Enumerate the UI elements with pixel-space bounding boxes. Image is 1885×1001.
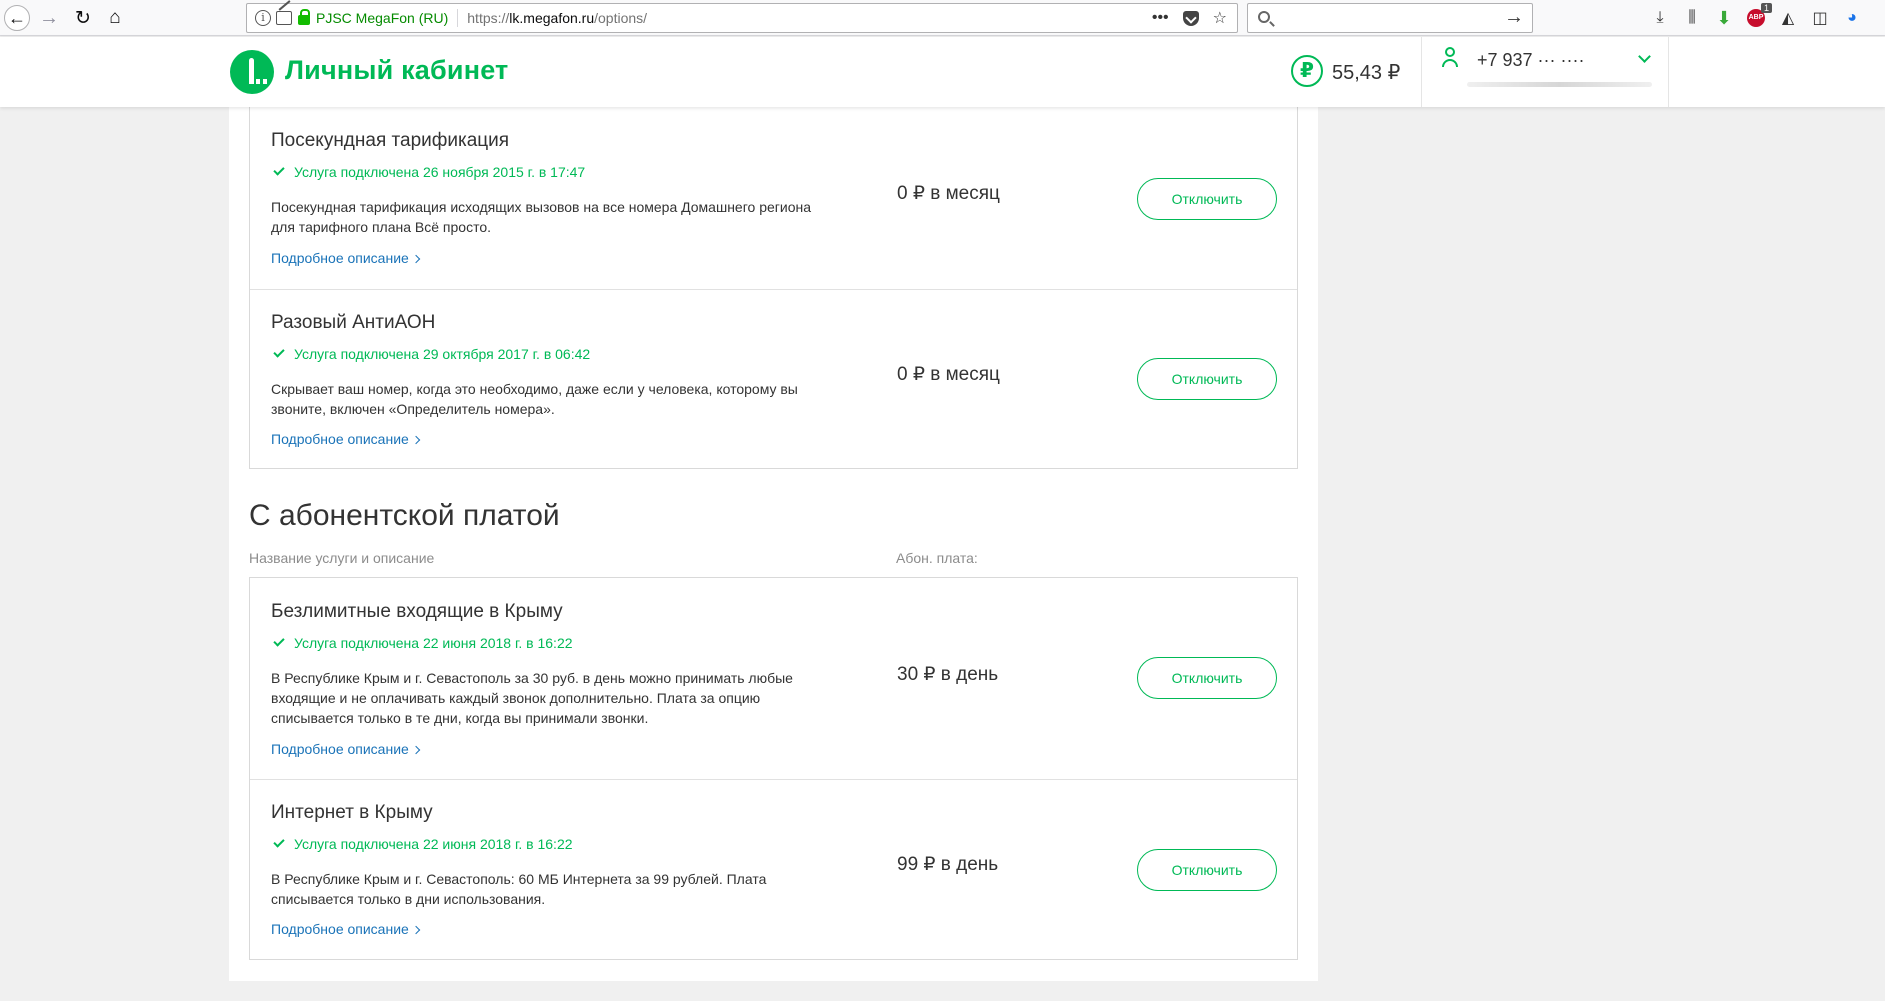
details-link[interactable]: Подробное описание — [271, 921, 421, 937]
service-status-text: Услуга подключена 22 июня 2018 г. в 16:2… — [294, 836, 573, 852]
disable-button[interactable]: Отключить — [1137, 358, 1277, 400]
header-divider — [1421, 37, 1422, 107]
details-link-text: Подробное описание — [271, 250, 409, 266]
service-price: 99 ₽ в день — [897, 854, 999, 875]
check-icon — [273, 164, 285, 176]
lock-icon — [298, 9, 310, 25]
adblock-badge: 1 — [1760, 3, 1772, 13]
service-status: Услуга подключена 22 июня 2018 г. в 16:2… — [271, 635, 573, 651]
disable-button[interactable]: Отключить — [1137, 178, 1277, 220]
service-price: 0 ₽ в месяц — [897, 183, 1000, 204]
url-separator — [457, 9, 459, 27]
url-text[interactable]: https://lk.megafon.ru/options/ — [467, 10, 1152, 26]
details-link[interactable]: Подробное описание — [271, 431, 421, 447]
check-icon — [273, 346, 285, 358]
chevron-right-icon — [411, 254, 421, 264]
reload-button[interactable]: ↻ — [70, 5, 96, 31]
service-item: Разовый АнтиАОН Услуга подключена 29 окт… — [250, 289, 1297, 468]
column-header-fee: Абон. плата: — [896, 550, 978, 566]
service-status: Услуга подключена 29 октября 2017 г. в 0… — [271, 346, 590, 362]
user-icon — [1441, 47, 1459, 69]
chevron-right-icon — [411, 435, 421, 445]
service-title: Посекундная тарификация — [271, 130, 510, 151]
service-item: Безлимитные входящие в Крыму Услуга подк… — [250, 578, 1297, 779]
service-status-text: Услуга подключена 22 июня 2018 г. в 16:2… — [294, 635, 573, 651]
service-description: В Республике Крым и г. Севастополь: 60 М… — [271, 871, 767, 907]
balance-value[interactable]: 55,43 ₽ — [1332, 60, 1400, 85]
details-link[interactable]: Подробное описание — [271, 741, 421, 757]
header-divider — [1668, 37, 1669, 107]
download-helper-icon[interactable]: ⬇ — [1714, 8, 1734, 28]
column-header-name: Название услуги и описание — [249, 550, 435, 566]
details-link[interactable]: Подробное описание — [271, 250, 421, 266]
site-identity[interactable]: PJSC MegaFon (RU) — [316, 10, 448, 26]
url-prefix: https:// — [467, 10, 510, 26]
chevron-right-icon — [411, 925, 421, 935]
service-title: Безлимитные входящие в Крыму — [271, 601, 563, 622]
service-description: Скрывает ваш номер, когда это необходимо… — [271, 381, 798, 417]
services-list-free: Посекундная тарификация Услуга подключен… — [249, 100, 1298, 469]
chevron-right-icon — [411, 745, 421, 755]
forward-button[interactable]: → — [36, 5, 62, 31]
url-domain: lk.megafon.ru — [509, 10, 595, 26]
bookmark-star-icon[interactable]: ☆ — [1213, 8, 1227, 28]
service-description: В Республике Крым и г. Севастополь за 30… — [271, 670, 793, 726]
section-title: С абонентской платой — [249, 499, 560, 532]
disable-button[interactable]: Отключить — [1137, 657, 1277, 699]
service-title: Интернет в Крыму — [271, 802, 433, 823]
adblock-icon[interactable]: ABP 1 — [1746, 3, 1772, 28]
search-icon — [1258, 11, 1270, 23]
ruble-icon: ₽ — [1291, 55, 1323, 87]
disable-button[interactable]: Отключить — [1137, 849, 1277, 891]
site-info-icon[interactable]: i — [255, 10, 271, 26]
services-list-paid: Безлимитные входящие в Крыму Услуга подк… — [249, 577, 1298, 960]
details-link-text: Подробное описание — [271, 921, 409, 937]
sync-extension-icon[interactable]: ◭ — [1778, 8, 1798, 28]
url-path: /options/ — [594, 10, 648, 26]
page-actions-icon[interactable]: ••• — [1152, 9, 1169, 27]
sidebar-icon[interactable]: ◫ — [1810, 8, 1830, 28]
details-link-text: Подробное описание — [271, 741, 409, 757]
details-link-text: Подробное описание — [271, 431, 409, 447]
service-status-text: Услуга подключена 29 октября 2017 г. в 0… — [294, 346, 591, 362]
permissions-icon[interactable] — [276, 11, 292, 25]
browser-toolbar: ← → ↻ ⌂ i PJSC MegaFon (RU) https://lk.m… — [0, 0, 1885, 36]
logo-title[interactable]: Личный кабинет — [285, 55, 508, 86]
service-status: Услуга подключена 22 июня 2018 г. в 16:2… — [271, 836, 573, 852]
chevron-down-icon[interactable] — [1638, 50, 1651, 63]
browser-extension-icon[interactable]: ◕ — [1842, 8, 1862, 28]
check-icon — [273, 836, 285, 848]
service-title: Разовый АнтиАОН — [271, 312, 436, 333]
user-phone[interactable]: +7 937 ··· ···· — [1477, 50, 1585, 71]
pocket-icon[interactable] — [1182, 10, 1199, 26]
check-icon — [273, 635, 285, 647]
downloads-icon[interactable]: ⤓ — [1650, 8, 1670, 28]
megafon-logo-icon[interactable] — [230, 50, 274, 94]
service-status: Услуга подключена 26 ноября 2015 г. в 17… — [271, 164, 585, 180]
service-item: Интернет в Крыму Услуга подключена 22 ию… — [250, 779, 1297, 959]
home-button[interactable]: ⌂ — [102, 5, 128, 31]
address-bar[interactable]: i PJSC MegaFon (RU) https://lk.megafon.r… — [246, 3, 1238, 33]
service-price: 30 ₽ в день — [897, 664, 999, 685]
service-status-text: Услуга подключена 26 ноября 2015 г. в 17… — [294, 164, 586, 180]
service-description: Посекундная тарификация исходящих вызово… — [271, 199, 811, 235]
site-header: Личный кабинет ₽ 55,43 ₽ +7 937 ··· ···· — [0, 37, 1885, 107]
service-item: Посекундная тарификация Услуга подключен… — [250, 101, 1297, 289]
search-input[interactable]: → — [1247, 3, 1533, 33]
service-price: 0 ₽ в месяц — [897, 364, 1000, 385]
search-go-icon[interactable]: → — [1504, 6, 1524, 29]
user-name-redacted — [1467, 82, 1652, 87]
back-button[interactable]: ← — [4, 5, 30, 31]
library-icon[interactable]: ⫼ — [1682, 8, 1702, 28]
